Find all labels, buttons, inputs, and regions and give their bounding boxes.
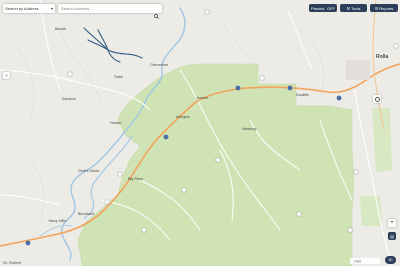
tools-icon: ⚒: [346, 5, 351, 11]
label-hooker: Hooker: [110, 121, 122, 125]
locate-icon: [374, 96, 380, 102]
badge-text: 90: [388, 258, 393, 262]
forest-patch-south: [360, 196, 382, 226]
label-tralle: Tralle: [114, 75, 123, 79]
map-canvas[interactable]: Rolla St. Robert Newburg Doolittle Arlin…: [0, 0, 400, 266]
search-placeholder: Search Address...: [61, 6, 93, 11]
reports-button[interactable]: ☰ Reports: [370, 4, 398, 12]
reports-icon: ☰: [374, 5, 379, 11]
plus-icon: +: [390, 220, 394, 226]
search-by-dropdown[interactable]: Search by Address ▾: [3, 4, 55, 13]
scale-text: 2 km: [354, 260, 361, 264]
label-newburg: Newburg: [242, 127, 256, 131]
sidebar-toggle-button[interactable]: ≡: [3, 72, 10, 79]
chevron-down-icon: ▾: [50, 6, 53, 11]
reports-label: Reports: [379, 5, 394, 11]
parcels-toggle-button[interactable]: Parcels OFF: [309, 4, 337, 12]
locate-button[interactable]: [373, 95, 381, 103]
label-bloodland: Bloodland: [78, 212, 94, 216]
label-kaintuck: Kaintuck: [62, 97, 76, 101]
label-big-piney: Big Piney: [128, 177, 143, 181]
parcels-label: Parcels: [311, 5, 325, 11]
search-by-label: Search by Address: [5, 6, 39, 11]
label-jerome: Jerome: [196, 96, 208, 100]
label-beulah: Beulah: [55, 27, 66, 31]
label-arlington: Arlington: [176, 115, 190, 119]
label-yancy-mills: Yancy Mills: [48, 219, 66, 223]
label-devils-elbow: Devil's Elbow: [78, 169, 100, 173]
label-clementine: Clementine: [150, 63, 168, 67]
rolla-urban-area: [346, 60, 370, 80]
menu-icon: ≡: [5, 73, 8, 78]
tools-button[interactable]: ⚒ Tools: [340, 4, 367, 12]
zoom-in-button[interactable]: +: [388, 219, 396, 227]
search-icon[interactable]: [154, 6, 159, 19]
layers-button[interactable]: ▤: [388, 232, 396, 240]
tools-label: Tools: [351, 5, 361, 11]
layers-icon: ▤: [390, 233, 394, 239]
search-input[interactable]: Search Address...: [58, 4, 162, 19]
scale-bar: 2 km: [350, 258, 380, 264]
label-rolla: Rolla: [376, 54, 388, 60]
label-doolittle: Doolittle: [296, 93, 309, 97]
parcels-value: OFF: [327, 5, 335, 11]
map-badge[interactable]: 90: [385, 256, 396, 264]
label-st-robert: St. Robert: [3, 260, 22, 265]
